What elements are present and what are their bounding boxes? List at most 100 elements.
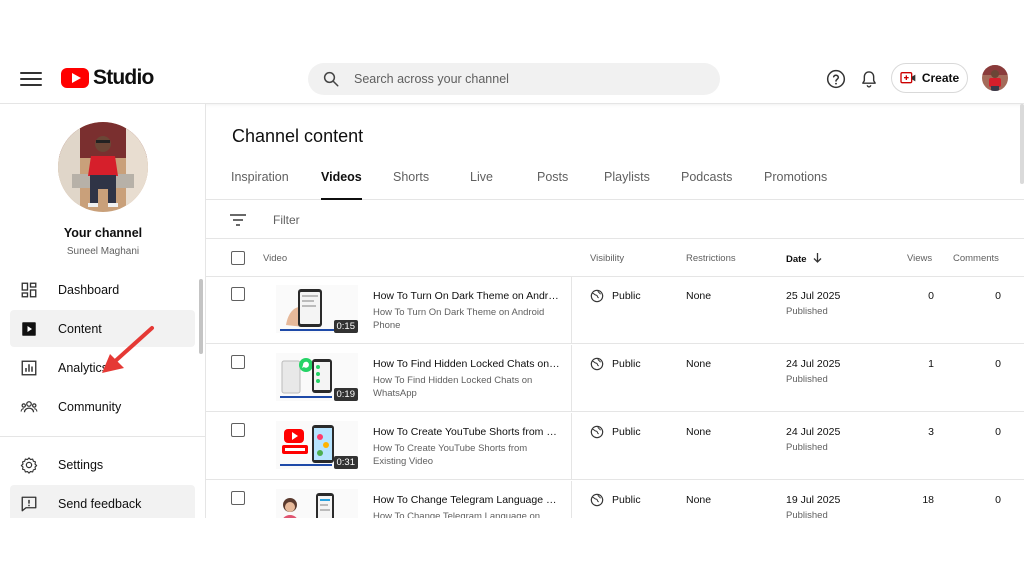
tab-inspiration[interactable]: Inspiration (231, 170, 289, 200)
account-avatar[interactable] (982, 65, 1008, 91)
content-icon (22, 321, 36, 336)
sidebar-item-analytics[interactable]: Analytics (10, 349, 195, 386)
page-title: Channel content (232, 126, 364, 146)
community-icon (20, 400, 38, 412)
gear-icon (20, 456, 38, 474)
main-scrollbar[interactable] (1020, 104, 1024, 184)
visibility-value[interactable]: Public (612, 426, 641, 438)
search-input[interactable] (354, 72, 694, 86)
table-row[interactable]: How To Change Telegram Language on Andro… (206, 481, 1024, 518)
visibility-value[interactable]: Public (612, 494, 641, 506)
tab-promotions[interactable]: Promotions (764, 170, 827, 200)
video-thumbnail[interactable]: 0:31 (276, 421, 358, 469)
video-thumbnail[interactable]: 0:19 (276, 353, 358, 401)
sidebar-item-label: Community (58, 399, 122, 414)
date-header-label: Date (786, 254, 807, 265)
tab-videos[interactable]: Videos (321, 170, 362, 200)
video-duration: 0:19 (333, 388, 358, 401)
column-header-comments[interactable]: Comments (953, 253, 999, 264)
row-checkbox[interactable] (231, 355, 245, 369)
row-checkbox[interactable] (231, 287, 245, 301)
sidebar-scrollbar[interactable] (199, 279, 203, 354)
studio-logo[interactable]: Studio (61, 65, 154, 91)
column-header-date[interactable]: Date (786, 253, 822, 265)
video-description: How To Create YouTube Shorts from Existi… (373, 443, 528, 467)
top-header: Studio Create (0, 55, 1024, 104)
video-thumbnail[interactable] (276, 489, 358, 518)
date-value: 19 Jul 2025 (786, 494, 841, 506)
feedback-icon (21, 496, 37, 511)
sidebar-item-settings[interactable]: Settings (10, 446, 195, 483)
search-icon[interactable] (322, 70, 340, 88)
video-description: How To Change Telegram Language on Andro… (373, 511, 541, 518)
table-row[interactable]: 0:15 How To Turn On Dark Theme on Androi… (206, 277, 1024, 344)
date-value: 24 Jul 2025 (786, 358, 841, 370)
tab-live[interactable]: Live (470, 170, 493, 200)
column-header-restrictions[interactable]: Restrictions (686, 253, 736, 264)
status-text: Published (786, 306, 828, 317)
channel-avatar[interactable] (58, 122, 148, 212)
filter-icon[interactable] (230, 213, 246, 227)
table-header: Video Visibility Restrictions Date Views… (206, 239, 1024, 277)
column-divider (571, 345, 572, 412)
video-title[interactable]: How To Find Hidden Locked Chats on Whats… (373, 358, 561, 370)
sidebar-item-community[interactable]: Community (10, 388, 195, 425)
table-row[interactable]: 0:19 How To Find Hidden Locked Chats on … (206, 345, 1024, 412)
column-header-views[interactable]: Views (907, 253, 932, 264)
sidebar-item-label: Settings (58, 457, 104, 472)
video-title[interactable]: How To Change Telegram Language on Andro… (373, 494, 561, 506)
tab-playlists[interactable]: Playlists (604, 170, 650, 200)
row-checkbox[interactable] (231, 491, 245, 505)
column-header-visibility[interactable]: Visibility (590, 253, 624, 264)
comments-value: 0 (995, 358, 1001, 370)
table-row[interactable]: 0:31 How To Create YouTube Shorts from E… (206, 413, 1024, 480)
status-text: Published (786, 510, 828, 518)
video-title[interactable]: How To Create YouTube Shorts from Existi… (373, 426, 561, 438)
video-description: How To Turn On Dark Theme on Android Pho… (373, 307, 545, 331)
sidebar: Your channel Suneel Maghani Dashboard Co… (0, 104, 206, 518)
globe-icon (590, 289, 604, 303)
tab-shorts[interactable]: Shorts (393, 170, 429, 200)
main-content: Channel content Inspiration Videos Short… (206, 104, 1024, 518)
bell-icon[interactable] (859, 68, 879, 90)
sidebar-item-send-feedback[interactable]: Send feedback (10, 485, 195, 518)
dashboard-icon (21, 282, 37, 297)
channel-handle: Suneel Maghani (66, 246, 140, 257)
content-tabs: Inspiration Videos Shorts Live Posts Pla… (206, 162, 1024, 200)
views-value: 3 (928, 426, 934, 438)
help-icon[interactable] (826, 69, 846, 89)
search-bar[interactable] (308, 63, 720, 95)
create-button[interactable]: Create (891, 63, 968, 93)
sidebar-item-label: Send feedback (58, 496, 142, 511)
video-duration: 0:31 (333, 456, 358, 469)
tab-posts[interactable]: Posts (537, 170, 568, 200)
logo-text: Studio (93, 66, 154, 89)
restrictions-value: None (686, 290, 712, 302)
restrictions-value: None (686, 426, 712, 438)
row-checkbox[interactable] (231, 423, 245, 437)
sidebar-divider (0, 436, 205, 437)
sidebar-item-label: Content (58, 321, 102, 336)
menu-icon[interactable] (20, 69, 42, 87)
column-divider (571, 481, 572, 518)
filter-input[interactable]: Filter (273, 213, 300, 227)
video-thumbnail[interactable]: 0:15 (276, 285, 358, 333)
sidebar-item-dashboard[interactable]: Dashboard (10, 271, 195, 308)
analytics-icon (21, 360, 37, 375)
visibility-value[interactable]: Public (612, 290, 641, 302)
restrictions-value: None (686, 358, 712, 370)
arrow-down-icon (813, 253, 822, 263)
column-divider (571, 413, 572, 480)
filter-bar: Filter (206, 201, 1024, 239)
views-value: 1 (928, 358, 934, 370)
tab-podcasts[interactable]: Podcasts (681, 170, 732, 200)
channel-name: Your channel (63, 226, 143, 240)
video-description: How To Find Hidden Locked Chats on Whats… (373, 375, 533, 399)
visibility-value[interactable]: Public (612, 358, 641, 370)
globe-icon (590, 425, 604, 439)
column-header-video: Video (263, 253, 288, 264)
status-text: Published (786, 442, 828, 453)
select-all-checkbox[interactable] (231, 251, 245, 265)
video-title[interactable]: How To Turn On Dark Theme on Android Pho… (373, 290, 561, 302)
sidebar-item-content[interactable]: Content (10, 310, 195, 347)
